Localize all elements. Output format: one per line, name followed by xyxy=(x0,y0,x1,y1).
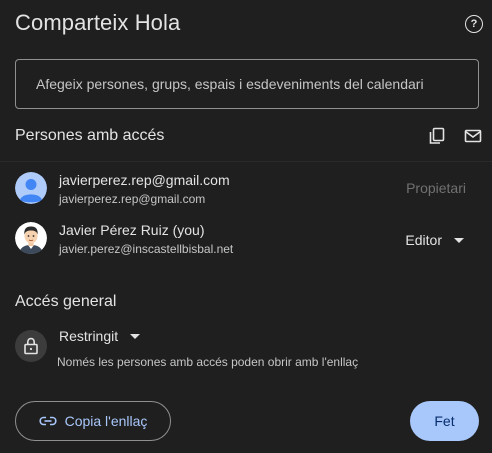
general-access-level: Restringit xyxy=(59,328,119,344)
share-dialog: Comparteix Hola ? Persones amb accés jav… xyxy=(0,0,492,453)
mail-icon[interactable] xyxy=(464,127,482,145)
person-row-owner: javierperez.rep@gmail.com javierperez.re… xyxy=(0,168,492,212)
section-divider xyxy=(0,161,492,162)
dialog-title: Comparteix Hola xyxy=(15,10,181,35)
chevron-down-icon xyxy=(454,237,464,243)
copy-link-button[interactable]: Copia l'enllaç xyxy=(15,401,171,441)
default-avatar-icon xyxy=(15,172,47,204)
general-access-description: Només les persones amb accés poden obrir… xyxy=(57,355,359,369)
lock-icon xyxy=(15,330,47,362)
help-icon[interactable]: ? xyxy=(465,15,483,33)
person-row-editor: Javier Pérez Ruiz (you) javier.perez@ins… xyxy=(0,218,492,262)
copy-link-label: Copia l'enllaç xyxy=(64,413,148,429)
done-button[interactable]: Fet xyxy=(410,401,479,441)
owner-role-label: Propietari xyxy=(406,180,466,196)
link-icon xyxy=(38,416,57,426)
add-people-input[interactable] xyxy=(15,59,479,109)
role-dropdown[interactable]: Editor xyxy=(405,224,464,256)
copy-icon[interactable] xyxy=(428,127,446,145)
general-access-dropdown[interactable]: Restringit xyxy=(59,328,141,344)
person-email: javierperez.rep@gmail.com xyxy=(59,192,206,206)
chevron-down-icon xyxy=(130,333,141,339)
person-email: javier.perez@inscastellbisbal.net xyxy=(59,242,234,256)
cartoon-avatar-icon xyxy=(15,222,47,254)
role-dropdown-label: Editor xyxy=(405,232,442,248)
people-with-access-title: Persones amb accés xyxy=(15,127,165,144)
person-name: Javier Pérez Ruiz (you) xyxy=(59,222,205,238)
person-name: javierperez.rep@gmail.com xyxy=(59,172,230,188)
general-access-title: Accés general xyxy=(15,293,117,310)
